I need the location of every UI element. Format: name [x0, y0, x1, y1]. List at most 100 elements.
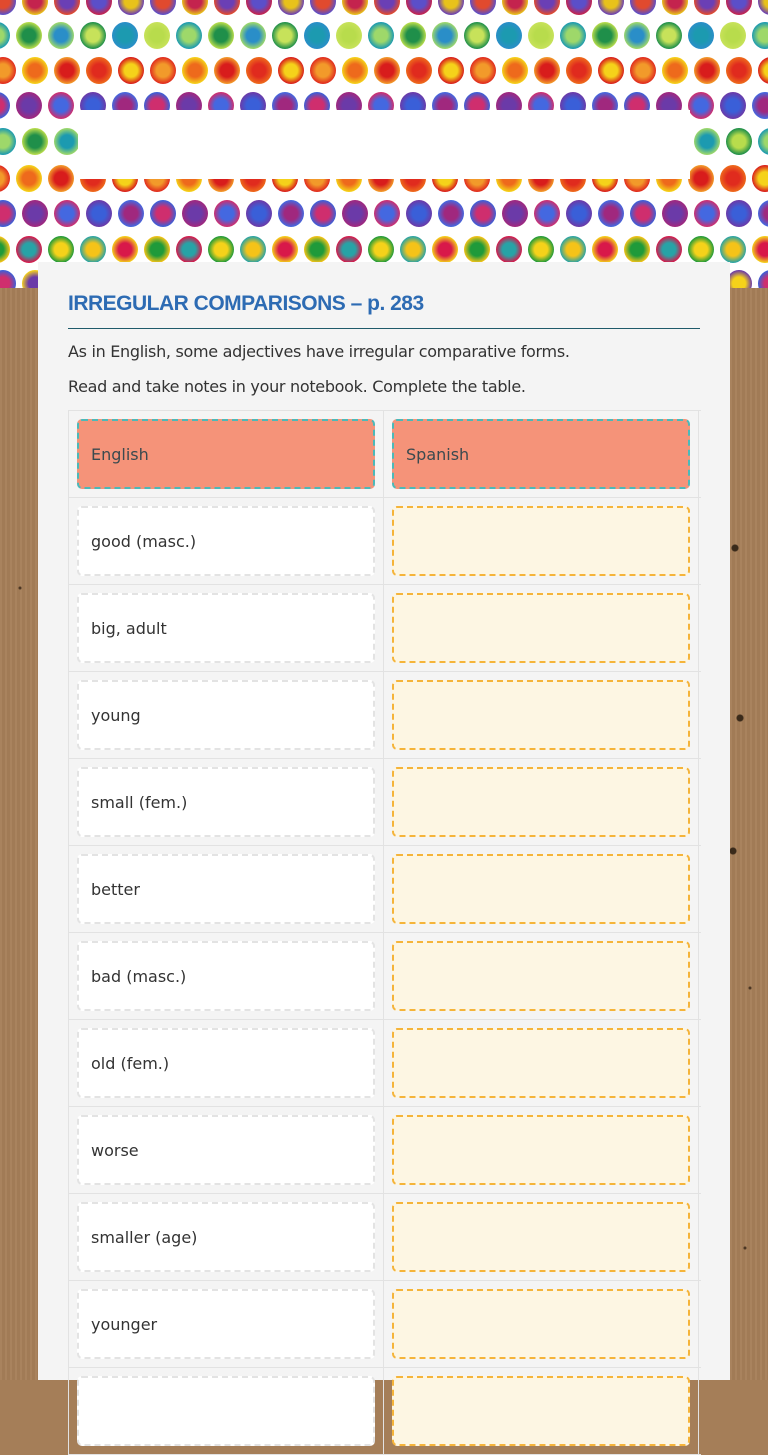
watercolor-dot	[22, 57, 48, 84]
watercolor-dot	[656, 22, 682, 49]
table-row: young	[69, 672, 701, 759]
watercolor-dot	[176, 236, 202, 263]
spanish-answer-field[interactable]	[392, 767, 690, 837]
watercolor-dot	[566, 200, 592, 227]
spanish-answer-field[interactable]	[392, 680, 690, 750]
header-cell: Spanish	[384, 411, 699, 497]
spanish-answer-field[interactable]	[392, 941, 690, 1011]
watercolor-dot	[694, 200, 720, 227]
watercolor-dot	[86, 200, 112, 227]
watercolor-dot	[688, 22, 714, 49]
watercolor-dot	[656, 236, 682, 263]
watercolor-dot	[336, 236, 362, 263]
table-row: good (masc.)	[69, 498, 701, 585]
watercolor-dot	[758, 200, 768, 227]
watercolor-dot	[752, 165, 768, 192]
spanish-cell	[384, 1194, 699, 1280]
watercolor-dot	[720, 22, 746, 49]
watercolor-dot	[150, 0, 176, 15]
watercolor-dot	[464, 236, 490, 263]
header-english: English	[77, 419, 375, 489]
table-header-row: English Spanish	[69, 411, 701, 498]
watercolor-dot	[54, 200, 80, 227]
watercolor-dot	[534, 200, 560, 227]
instructions-text: Read and take notes in your notebook. Co…	[68, 377, 526, 396]
english-term	[77, 1376, 375, 1446]
spanish-cell	[384, 1368, 699, 1454]
table-row	[69, 1368, 701, 1455]
watercolor-dot	[470, 200, 496, 227]
watercolor-dot	[592, 236, 618, 263]
dot-row	[0, 0, 768, 16]
watercolor-dot	[694, 0, 720, 15]
watercolor-dot	[758, 128, 768, 155]
watercolor-dot	[182, 0, 208, 15]
watercolor-dot	[400, 22, 426, 49]
watercolor-dot	[630, 57, 656, 84]
watercolor-dot	[182, 57, 208, 84]
spanish-cell	[384, 759, 699, 845]
spanish-cell	[384, 1107, 699, 1193]
watercolor-dot	[342, 57, 368, 84]
english-cell	[69, 1368, 384, 1454]
spanish-answer-field[interactable]	[392, 593, 690, 663]
watercolor-dot	[48, 165, 74, 192]
watercolor-dot	[0, 270, 16, 288]
watercolor-dot	[208, 236, 234, 263]
watercolor-dot	[16, 92, 42, 119]
watercolor-dot	[80, 236, 106, 263]
watercolor-dot	[0, 236, 10, 263]
watercolor-dot	[758, 270, 768, 288]
watercolor-dot	[496, 236, 522, 263]
watercolor-dot	[16, 22, 42, 49]
spanish-answer-field[interactable]	[392, 1376, 690, 1446]
watercolor-dot	[112, 236, 138, 263]
watercolor-dot	[560, 236, 586, 263]
worksheet: IRREGULAR COMPARISONS – p. 283 As in Eng…	[38, 262, 730, 1455]
spanish-cell	[384, 1281, 699, 1367]
english-cell: smaller (age)	[69, 1194, 384, 1280]
watercolor-dot	[432, 22, 458, 49]
watercolor-dot	[54, 0, 80, 15]
watercolor-dot	[502, 0, 528, 15]
watercolor-dot	[144, 22, 170, 49]
english-term: young	[77, 680, 375, 750]
english-term: big, adult	[77, 593, 375, 663]
spanish-answer-field[interactable]	[392, 1202, 690, 1272]
banner-blank-strip	[78, 110, 690, 179]
watercolor-dot	[182, 200, 208, 227]
watercolor-dot	[272, 22, 298, 49]
watercolor-dot	[630, 0, 656, 15]
watercolor-dot	[726, 0, 752, 15]
spanish-answer-field[interactable]	[392, 854, 690, 924]
watercolor-dot	[720, 236, 746, 263]
spanish-answer-field[interactable]	[392, 1028, 690, 1098]
spanish-answer-field[interactable]	[392, 506, 690, 576]
watercolor-dot	[80, 22, 106, 49]
table-row: big, adult	[69, 585, 701, 672]
spanish-cell	[384, 585, 699, 671]
english-cell: young	[69, 672, 384, 758]
watercolor-dot	[150, 57, 176, 84]
watercolor-dot	[0, 165, 10, 192]
watercolor-dot	[310, 57, 336, 84]
watercolor-dot	[54, 57, 80, 84]
watercolor-dot	[0, 92, 10, 119]
watercolor-dot	[22, 200, 48, 227]
watercolor-dot	[278, 0, 304, 15]
watercolor-dot	[438, 0, 464, 15]
english-cell: small (fem.)	[69, 759, 384, 845]
watercolor-dot	[342, 200, 368, 227]
english-term: younger	[77, 1289, 375, 1359]
watercolor-dot	[86, 0, 112, 15]
watercolor-dot	[86, 57, 112, 84]
watercolor-dot	[112, 22, 138, 49]
watercolor-dot	[502, 57, 528, 84]
watercolor-dot	[752, 22, 768, 49]
watercolor-dot	[438, 200, 464, 227]
watercolor-dot	[758, 57, 768, 84]
spanish-answer-field[interactable]	[392, 1115, 690, 1185]
page-title: IRREGULAR COMPARISONS – p. 283	[68, 292, 424, 315]
watercolor-dot	[406, 200, 432, 227]
spanish-answer-field[interactable]	[392, 1289, 690, 1359]
